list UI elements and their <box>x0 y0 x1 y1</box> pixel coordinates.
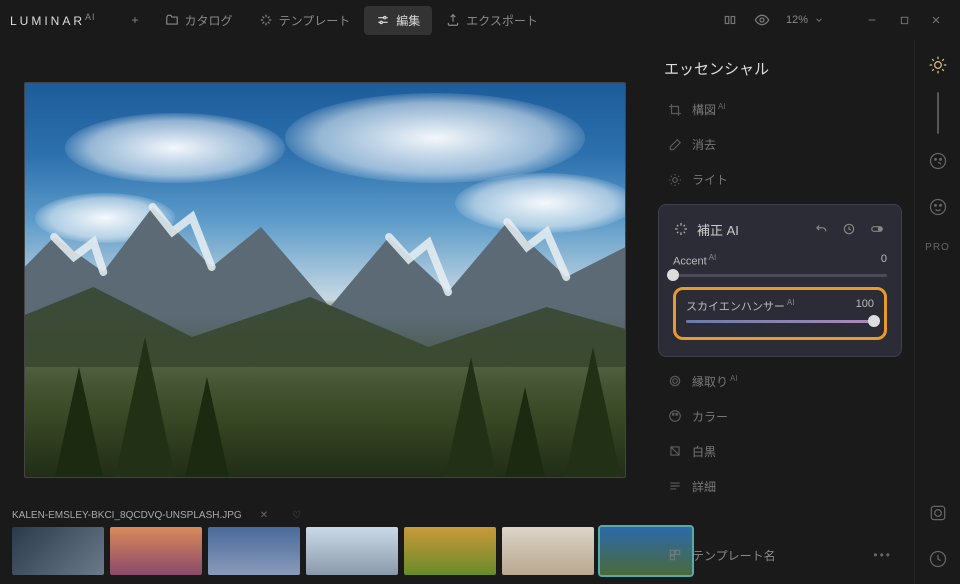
window-maximize-icon[interactable] <box>890 6 918 34</box>
eraser-icon <box>668 138 682 152</box>
highlighted-slider-sky: スカイエンハンサーAI100 <box>673 287 887 340</box>
sun-icon <box>668 173 682 187</box>
panel-section-title: エッセンシャル <box>654 52 906 93</box>
tool-color[interactable]: カラー <box>654 400 906 433</box>
filename-label: KALEN-EMSLEY-BKCI_8QCDVQ-UNSPLASH.JPG <box>12 510 242 521</box>
palette-icon <box>668 409 682 423</box>
window-minimize-icon[interactable] <box>858 6 886 34</box>
tool-details[interactable]: 詳細 <box>654 470 906 503</box>
sparkle-icon <box>259 13 273 27</box>
undo-icon[interactable] <box>811 219 831 239</box>
tool-light[interactable]: ライト <box>654 163 906 196</box>
filmstrip[interactable] <box>12 527 638 575</box>
details-icon <box>668 479 682 493</box>
crop-icon <box>668 103 682 117</box>
add-button[interactable]: + <box>120 7 151 33</box>
rail-pro-label[interactable]: PRO <box>925 242 950 253</box>
thumbnail[interactable] <box>12 527 104 575</box>
eye-icon[interactable] <box>748 6 776 34</box>
compare-icon[interactable] <box>716 6 744 34</box>
tool-composition[interactable]: 構図AI <box>654 93 906 126</box>
vignette-icon <box>668 374 682 388</box>
rail-creative-icon[interactable] <box>927 150 949 172</box>
slider-sky-enhancer[interactable]: スカイエンハンサーAI100 <box>686 298 874 323</box>
enhance-icon <box>673 221 689 237</box>
tool-erase[interactable]: 消去 <box>654 128 906 161</box>
sliders-icon <box>376 13 390 27</box>
template-icon <box>668 548 682 562</box>
rail-essentials-icon[interactable] <box>927 54 949 76</box>
tool-enhance-panel: 補正 AI AccentAI0 スカイエンハンサーAI100 <box>658 204 902 357</box>
nav-templates[interactable]: テンプレート <box>247 6 363 35</box>
filmstrip-close-icon[interactable]: ✕ <box>254 508 274 523</box>
export-icon <box>446 13 460 27</box>
tool-edge[interactable]: 縁取りAI <box>654 365 906 398</box>
main-photo[interactable] <box>24 82 626 478</box>
zoom-dropdown[interactable]: 12% <box>780 14 830 26</box>
thumbnail[interactable] <box>404 527 496 575</box>
folder-icon <box>165 13 179 27</box>
tool-bw[interactable]: 白黒 <box>654 435 906 468</box>
heart-icon[interactable]: ♡ <box>286 508 307 523</box>
thumbnail[interactable] <box>110 527 202 575</box>
window-close-icon[interactable] <box>922 6 950 34</box>
rail-history-icon[interactable] <box>927 548 949 570</box>
nav-export[interactable]: エクスポート <box>434 6 550 35</box>
rail-mask-icon[interactable] <box>927 502 949 524</box>
bw-icon <box>668 444 682 458</box>
app-logo: LUMINARAI <box>10 12 96 28</box>
slider-accent[interactable]: AccentAI0 <box>673 253 887 277</box>
more-icon[interactable]: ••• <box>873 548 892 562</box>
toggle-icon[interactable] <box>867 219 887 239</box>
reset-icon[interactable] <box>839 219 859 239</box>
rail-indicator <box>937 92 939 134</box>
thumbnail[interactable] <box>502 527 594 575</box>
thumbnail[interactable] <box>306 527 398 575</box>
rail-portrait-icon[interactable] <box>927 196 949 218</box>
nav-edit[interactable]: 編集 <box>364 6 432 35</box>
thumbnail[interactable] <box>208 527 300 575</box>
nav-catalog[interactable]: カタログ <box>153 6 245 35</box>
